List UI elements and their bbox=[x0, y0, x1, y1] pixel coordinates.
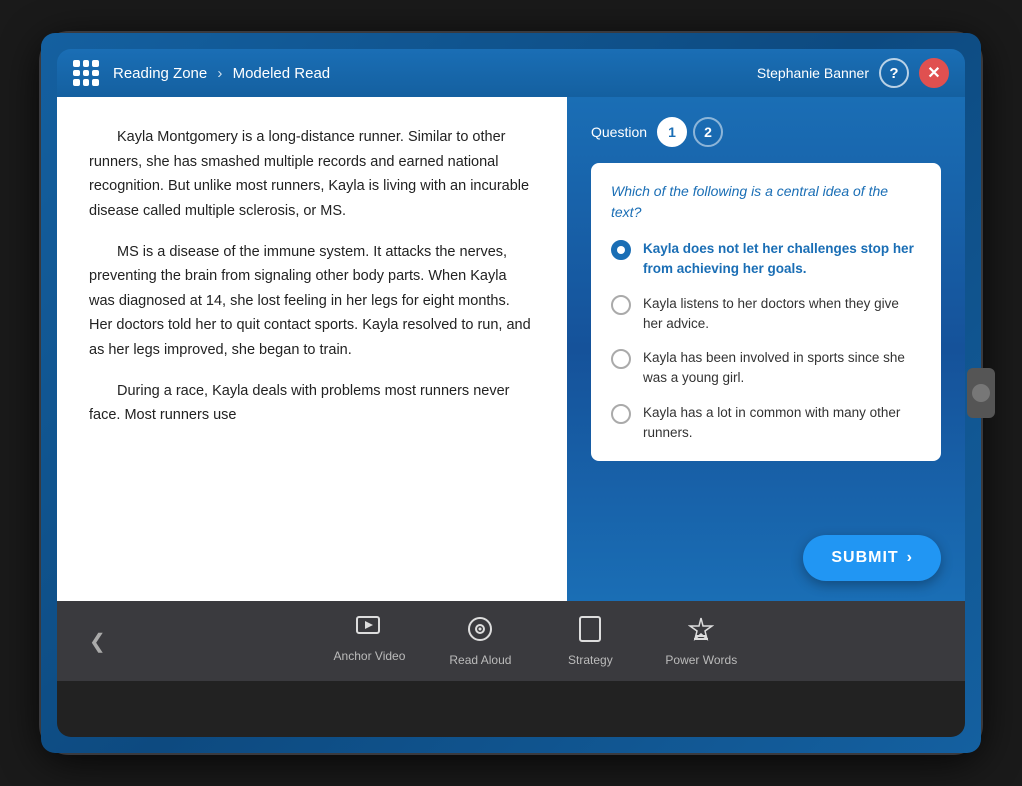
toolbar: ❮ Anchor Video bbox=[57, 601, 965, 681]
strategy-icon bbox=[579, 616, 601, 648]
username-label: Stephanie Banner bbox=[757, 65, 869, 81]
answer-text-d: Kayla has a lot in common with many othe… bbox=[643, 403, 921, 444]
toolbar-item-anchor-video[interactable]: Anchor Video bbox=[334, 616, 406, 667]
help-button[interactable]: ? bbox=[879, 58, 909, 88]
submit-arrow-icon: › bbox=[907, 549, 913, 567]
toolbar-chevron-icon[interactable]: ❮ bbox=[73, 621, 122, 662]
toolbar-items: Anchor Video Read Aloud bbox=[122, 616, 949, 667]
submit-label: SUBMIT bbox=[831, 549, 898, 567]
answer-option-c[interactable]: Kayla has been involved in sports since … bbox=[611, 348, 921, 389]
question-card: Which of the following is a central idea… bbox=[591, 163, 941, 461]
toolbar-item-power-words[interactable]: Power Words bbox=[665, 616, 737, 667]
tablet-frame: Reading Zone › Modeled Read Stephanie Ba… bbox=[41, 33, 981, 753]
tablet-screen: Reading Zone › Modeled Read Stephanie Ba… bbox=[57, 49, 965, 737]
answer-text-a: Kayla does not let her challenges stop h… bbox=[643, 239, 921, 280]
question-label: Question bbox=[591, 124, 647, 140]
toolbar-item-read-aloud[interactable]: Read Aloud bbox=[445, 616, 515, 667]
breadcrumb: Reading Zone › Modeled Read bbox=[113, 65, 757, 82]
submit-area: SUBMIT › bbox=[591, 515, 941, 581]
header-bar: Reading Zone › Modeled Read Stephanie Ba… bbox=[57, 49, 965, 97]
answer-option-d[interactable]: Kayla has a lot in common with many othe… bbox=[611, 403, 921, 444]
radio-a[interactable] bbox=[611, 240, 631, 260]
strategy-label: Strategy bbox=[568, 653, 613, 667]
anchor-video-label: Anchor Video bbox=[334, 649, 406, 663]
bottom-area bbox=[57, 681, 965, 737]
reading-pane: Kayla Montgomery is a long-distance runn… bbox=[57, 97, 567, 601]
breadcrumb-part2: Modeled Read bbox=[233, 65, 331, 82]
answer-text-b: Kayla listens to her doctors when they g… bbox=[643, 294, 921, 335]
reading-paragraph-3: During a race, Kayla deals with problems… bbox=[89, 379, 535, 428]
breadcrumb-part1: Reading Zone bbox=[113, 65, 207, 82]
answer-text-c: Kayla has been involved in sports since … bbox=[643, 348, 921, 389]
answer-option-a[interactable]: Kayla does not let her challenges stop h… bbox=[611, 239, 921, 280]
main-content: Kayla Montgomery is a long-distance runn… bbox=[57, 97, 965, 601]
power-words-label: Power Words bbox=[665, 653, 737, 667]
radio-d[interactable] bbox=[611, 404, 631, 424]
read-aloud-icon bbox=[467, 616, 493, 648]
reading-paragraph-1: Kayla Montgomery is a long-distance runn… bbox=[89, 125, 535, 224]
breadcrumb-separator: › bbox=[217, 65, 226, 82]
submit-button[interactable]: SUBMIT › bbox=[803, 535, 941, 581]
toolbar-item-strategy[interactable]: Strategy bbox=[555, 616, 625, 667]
question-pane: Question 1 2 Which of the following is a… bbox=[567, 97, 965, 601]
app-grid-icon[interactable] bbox=[73, 60, 99, 86]
question-tabs: Question 1 2 bbox=[591, 117, 941, 147]
header-right: Stephanie Banner ? ✕ bbox=[757, 58, 949, 88]
radio-b[interactable] bbox=[611, 295, 631, 315]
read-aloud-label: Read Aloud bbox=[449, 653, 511, 667]
close-button[interactable]: ✕ bbox=[919, 58, 949, 88]
question-tab-2[interactable]: 2 bbox=[693, 117, 723, 147]
power-words-icon bbox=[688, 616, 714, 648]
question-text: Which of the following is a central idea… bbox=[611, 181, 921, 223]
anchor-video-icon bbox=[356, 616, 382, 644]
radio-c[interactable] bbox=[611, 349, 631, 369]
reading-paragraph-2: MS is a disease of the immune system. It… bbox=[89, 240, 535, 363]
question-tab-1[interactable]: 1 bbox=[657, 117, 687, 147]
answer-option-b[interactable]: Kayla listens to her doctors when they g… bbox=[611, 294, 921, 335]
